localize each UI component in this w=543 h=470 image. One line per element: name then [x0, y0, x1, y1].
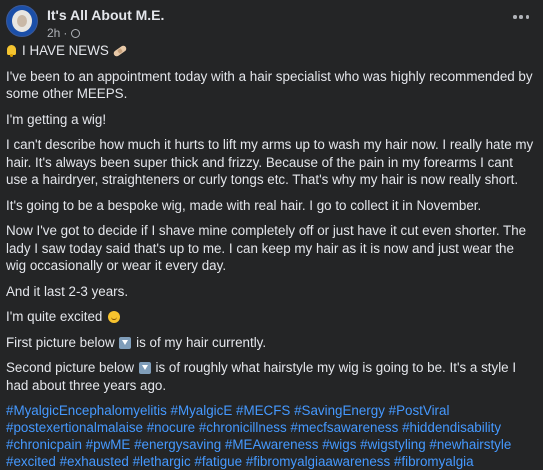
- hashtag-link[interactable]: #PostViral: [389, 403, 450, 418]
- hashtag-link[interactable]: #MECFS: [236, 403, 290, 418]
- smiling-face-icon: [108, 311, 121, 323]
- hashtag-link[interactable]: #fatigue: [194, 454, 242, 469]
- hashtag-link[interactable]: #exhausted: [60, 454, 129, 469]
- hashtag-link[interactable]: #MyalgicEncephalomyelitis: [6, 403, 167, 418]
- hashtag-link[interactable]: #postexertionalmalaise: [6, 420, 143, 435]
- hashtag-link[interactable]: #chronicillness: [199, 420, 287, 435]
- excited-text: I'm quite excited: [6, 309, 103, 324]
- globe-icon[interactable]: [71, 29, 81, 39]
- hashtag-link[interactable]: #energysaving: [134, 437, 221, 452]
- second-picture-text: Second picture below: [6, 360, 135, 375]
- hashtag-link[interactable]: #mecfsawareness: [290, 420, 398, 435]
- hashtag-link[interactable]: #SavingEnergy: [294, 403, 385, 418]
- down-arrow-icon: [119, 336, 132, 349]
- page-avatar[interactable]: [6, 5, 38, 37]
- post-meta: 2h ·: [47, 25, 81, 43]
- hashtag-link[interactable]: #wigstyling: [360, 437, 426, 452]
- hashtag-link[interactable]: #fibromyalgia: [394, 454, 474, 469]
- paragraph-7: I'm quite excited: [6, 308, 535, 326]
- post-time[interactable]: 2h: [47, 25, 60, 43]
- bandage-icon: [112, 44, 128, 58]
- avatar-face: [17, 15, 27, 27]
- paragraph-1: I've been to an appointment today with a…: [6, 68, 533, 102]
- post-header: It's All About M.E. 2h ·: [6, 5, 543, 40]
- hashtag-link[interactable]: #nocure: [147, 420, 195, 435]
- paragraph-3: I can't describe how much it hurts to li…: [6, 137, 534, 187]
- paragraph-5: Now I've got to decide if I shave mine c…: [6, 223, 527, 273]
- hashtag-list: #MyalgicEncephalomyelitis #MyalgicE #MEC…: [6, 402, 535, 470]
- hashtag-link[interactable]: #chronicpain: [6, 437, 82, 452]
- page-name[interactable]: It's All About M.E.: [47, 7, 164, 25]
- hashtag-link[interactable]: #excited: [6, 454, 56, 469]
- paragraph-2: I'm getting a wig!: [6, 111, 107, 127]
- paragraph-8: First picture below is of my hair curren…: [6, 334, 535, 352]
- hashtag-link[interactable]: #hiddendisability: [402, 420, 501, 435]
- headline-line: I HAVE NEWS: [6, 42, 535, 60]
- meta-separator: ·: [63, 26, 68, 40]
- paragraph-9: Second picture below is of roughly what …: [6, 359, 535, 394]
- hashtag-link[interactable]: #fibromyalgiaawareness: [246, 454, 390, 469]
- hashtag-link[interactable]: #MEAwareness: [225, 437, 319, 452]
- post-body: I HAVE NEWS I've been to an appointment …: [6, 42, 535, 470]
- hashtag-link[interactable]: #wigs: [322, 437, 356, 452]
- hashtag-link[interactable]: #newhairstyle: [429, 437, 511, 452]
- first-picture-text: First picture below: [6, 334, 115, 350]
- hashtag-link[interactable]: #MyalgicE: [171, 403, 233, 418]
- first-picture-text-end: is of my hair currently.: [136, 334, 267, 350]
- paragraph-6: And it last 2-3 years.: [6, 283, 129, 299]
- more-options-icon[interactable]: [513, 13, 529, 21]
- hashtag-link[interactable]: #lethargic: [133, 454, 191, 469]
- hashtag-link[interactable]: #pwME: [86, 437, 131, 452]
- paragraph-4: It's going to be a bespoke wig, made wit…: [6, 197, 482, 213]
- bell-icon: [6, 45, 17, 57]
- headline-text: I HAVE NEWS: [22, 43, 109, 58]
- down-arrow-icon: [138, 362, 151, 374]
